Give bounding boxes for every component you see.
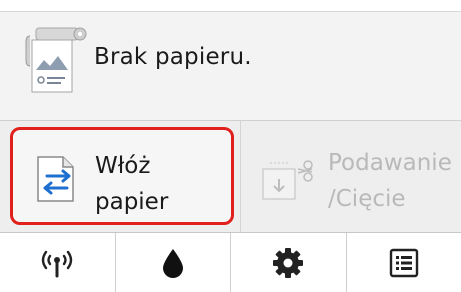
divider — [240, 121, 241, 232]
status-message: Brak papieru. — [94, 44, 252, 70]
load-paper-label-line2: papier — [95, 189, 169, 215]
ink-button[interactable] — [116, 233, 231, 292]
action-panel: Włóż papier Podawanie /Cięcie — [0, 121, 461, 233]
paper-roll-icon — [20, 26, 92, 110]
message-panel: Brak papieru. — [0, 12, 461, 121]
gear-icon — [272, 247, 304, 279]
load-paper-icon — [35, 154, 77, 204]
status-bar — [0, 0, 461, 12]
load-paper-label: Włóż papier — [95, 148, 168, 220]
settings-button[interactable] — [231, 233, 347, 292]
list-icon — [389, 248, 419, 278]
wireless-icon — [38, 248, 76, 278]
bottom-toolbar — [0, 233, 461, 292]
feed-cut-button[interactable]: Podawanie /Cięcie — [244, 127, 458, 225]
load-paper-button[interactable]: Włóż papier — [10, 127, 234, 225]
load-paper-label-line1: Włóż — [95, 153, 151, 179]
feed-cut-label: Podawanie /Cięcie — [328, 145, 452, 217]
ink-drop-icon — [161, 247, 185, 279]
wireless-button[interactable] — [0, 233, 116, 292]
feed-cut-icon — [260, 157, 320, 201]
menu-button[interactable] — [347, 233, 461, 292]
feed-cut-label-line2: /Cięcie — [328, 186, 406, 212]
feed-cut-label-line1: Podawanie — [328, 150, 452, 176]
